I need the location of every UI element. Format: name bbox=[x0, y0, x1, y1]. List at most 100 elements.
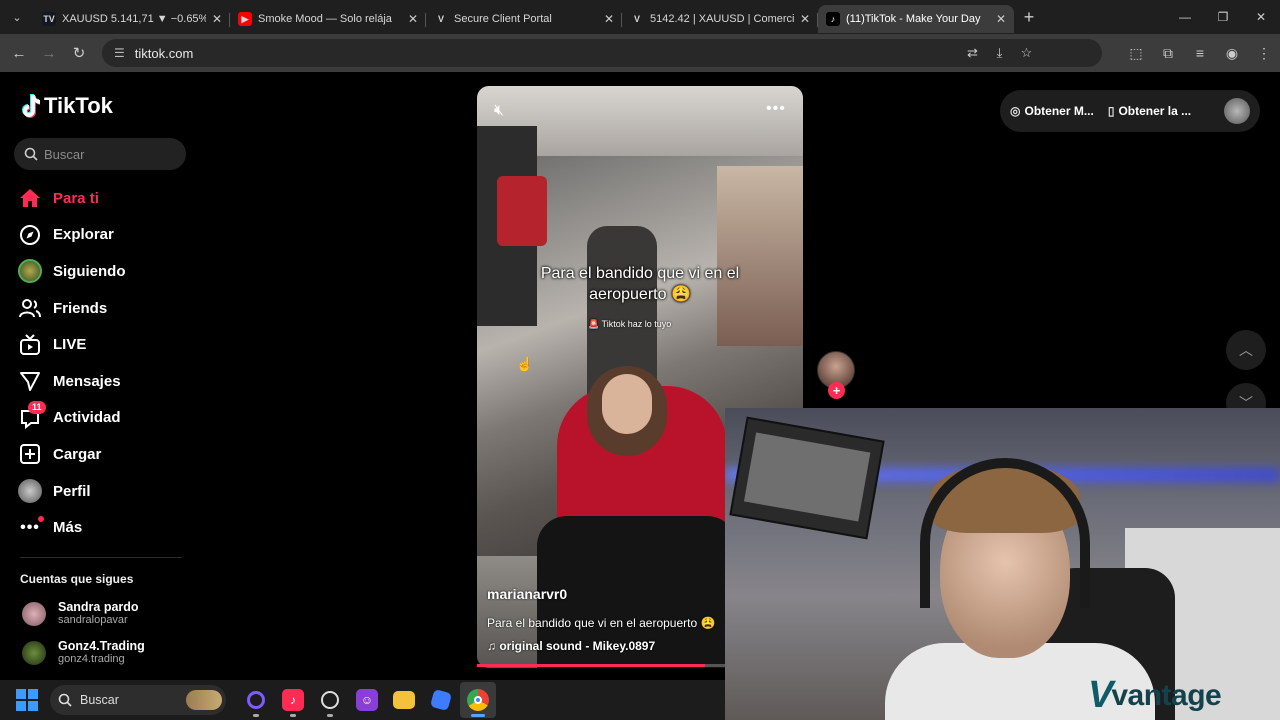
search-icon bbox=[24, 147, 38, 161]
copilot-icon[interactable] bbox=[238, 682, 274, 718]
account-name: Gonz4.Trading bbox=[58, 639, 145, 653]
sidebar-item-label: Cargar bbox=[53, 445, 102, 463]
sidebar-item-label: Friends bbox=[53, 299, 108, 317]
close-tab-icon[interactable]: ✕ bbox=[996, 12, 1006, 26]
sidebar-item-label: Actividad bbox=[53, 409, 121, 427]
browser-tab[interactable]: TV XAUUSD 5.141,71 ▼ −0.65% Ei ✕ bbox=[34, 5, 230, 33]
video-caption-overlay: Para el bandido que vi en el aeropuerto … bbox=[540, 265, 740, 303]
sidebar-divider bbox=[20, 557, 182, 558]
close-window-icon[interactable]: ✕ bbox=[1242, 0, 1280, 34]
bookmark-star-icon[interactable]: ☆ bbox=[1013, 45, 1040, 61]
following-account[interactable]: Sandra pardo sandralopavar bbox=[22, 600, 139, 627]
chrome-icon[interactable] bbox=[460, 682, 496, 718]
upload-icon bbox=[18, 442, 42, 466]
back-icon[interactable]: ← bbox=[4, 45, 34, 62]
tab-title: (11)TikTok - Make Your Day bbox=[846, 13, 981, 25]
new-tab-button[interactable]: + bbox=[1014, 7, 1044, 28]
following-avatar-icon bbox=[18, 259, 42, 284]
file-explorer-icon[interactable] bbox=[386, 682, 422, 718]
notification-badge: 11 bbox=[28, 400, 46, 414]
sidebar-item-label: Explorar bbox=[53, 226, 114, 244]
reload-icon[interactable]: ↻ bbox=[64, 44, 94, 62]
sidebar-item-para-ti[interactable]: Para ti bbox=[18, 180, 188, 217]
previous-video-button[interactable]: ︿ bbox=[1226, 330, 1266, 370]
vantage-logo: Vvantage bbox=[1088, 674, 1222, 717]
tiktok-logo[interactable]: TikTok bbox=[20, 93, 113, 119]
get-coins-button[interactable]: ◎ Obtener M... bbox=[1010, 104, 1094, 118]
video-sound[interactable]: ♫ original sound - Mikey.0897 bbox=[487, 639, 655, 653]
tiktok-app-icon[interactable]: ♪ bbox=[275, 682, 311, 718]
tab-favicon-icon: TV bbox=[42, 12, 56, 26]
avatar bbox=[22, 640, 46, 665]
inbox-icon: 11 bbox=[18, 400, 46, 430]
home-icon bbox=[18, 186, 42, 210]
sidebar-menu: Para ti Explorar Siguiendo Friends LIVE Mensa… bbox=[18, 180, 188, 546]
tab-title: XAUUSD 5.141,71 ▼ −0.65% Ei bbox=[62, 13, 206, 25]
more-options-icon[interactable]: ••• bbox=[766, 100, 786, 118]
chat-app-icon[interactable]: ☺ bbox=[349, 682, 385, 718]
browser-menu-icon[interactable]: ⋮ bbox=[1248, 45, 1280, 62]
roblox-icon[interactable] bbox=[423, 682, 459, 718]
close-tab-icon[interactable]: ✕ bbox=[604, 12, 614, 26]
sidebar-item-mensajes[interactable]: Mensajes bbox=[18, 363, 188, 400]
site-info-icon[interactable]: ☰ bbox=[114, 46, 125, 60]
browser-tab[interactable]: ▶ Smoke Mood — Solo relája ✕ bbox=[230, 5, 426, 33]
install-app-icon[interactable]: ⤓ bbox=[986, 45, 1013, 61]
windows-start-icon[interactable] bbox=[16, 689, 38, 711]
following-account[interactable]: Gonz4.Trading gonz4.trading bbox=[22, 639, 145, 666]
sidebar-item-label: Mensajes bbox=[53, 372, 121, 390]
taskbar-search-label: Buscar bbox=[80, 693, 119, 707]
extensions-icon[interactable]: ⧉ bbox=[1152, 45, 1184, 62]
minimize-icon[interactable]: — bbox=[1166, 0, 1204, 34]
get-app-label: Obtener la ... bbox=[1118, 104, 1192, 118]
tab-title: Secure Client Portal bbox=[454, 13, 552, 25]
brand-text: vantage bbox=[1111, 678, 1222, 712]
video-author[interactable]: marianarvr0 bbox=[487, 586, 567, 602]
video-sticker-text: 🚨 Tiktok haz lo tuyo bbox=[588, 319, 672, 329]
windows-taskbar: Buscar ♪ ☺ bbox=[0, 680, 725, 720]
address-bar[interactable]: ☰ tiktok.com ⇄ ⤓ ☆ bbox=[102, 39, 1102, 67]
sidebar-item-perfil[interactable]: Perfil bbox=[18, 473, 188, 510]
sidebar-item-label: Más bbox=[53, 519, 83, 537]
taskbar-search[interactable]: Buscar bbox=[50, 685, 226, 715]
vantage-v-mark: V bbox=[1088, 674, 1114, 716]
browser-tab[interactable]: V Secure Client Portal ✕ bbox=[426, 5, 622, 33]
browser-tab[interactable]: V 5142.42 | XAUUSD | Comercio v ✕ bbox=[622, 5, 818, 33]
avatar bbox=[22, 601, 46, 626]
restore-icon[interactable]: ❐ bbox=[1204, 0, 1242, 34]
search-box[interactable] bbox=[14, 138, 186, 170]
follow-plus-button[interactable]: + bbox=[828, 382, 845, 399]
browser-tab[interactable]: ♪ (11)TikTok - Make Your Day ✕ bbox=[818, 5, 1014, 33]
sidebar-item-live[interactable]: LIVE bbox=[18, 326, 188, 363]
close-tab-icon[interactable]: ✕ bbox=[408, 12, 418, 26]
sidebar-item-friends[interactable]: Friends bbox=[18, 290, 188, 327]
sidebar-item-más[interactable]: ••• Más bbox=[18, 509, 188, 546]
sidebar-item-cargar[interactable]: Cargar bbox=[18, 436, 188, 473]
top-right-actions: ◎ Obtener M... ▯ Obtener la ... bbox=[1000, 90, 1260, 132]
media-control-icon[interactable]: ≡ bbox=[1184, 45, 1216, 61]
tab-favicon-icon: ▶ bbox=[238, 12, 252, 26]
progress-fill bbox=[477, 664, 706, 667]
forward-icon[interactable]: → bbox=[34, 45, 64, 62]
browser-app-icon[interactable] bbox=[312, 682, 348, 718]
mute-icon[interactable]: 🔇︎ bbox=[494, 102, 504, 120]
tab-title: 5142.42 | XAUUSD | Comercio v bbox=[650, 13, 794, 25]
sidebar-item-siguiendo[interactable]: Siguiendo bbox=[18, 253, 188, 290]
close-tab-icon[interactable]: ✕ bbox=[800, 12, 810, 26]
tab-favicon-icon: V bbox=[630, 12, 644, 26]
red-dot-indicator bbox=[38, 515, 44, 522]
translate-icon[interactable]: ⇄ bbox=[959, 45, 986, 61]
sidebar-item-explorar[interactable]: Explorar bbox=[18, 217, 188, 254]
profile-icon[interactable]: ◉ bbox=[1216, 45, 1248, 62]
get-app-button[interactable]: ▯ Obtener la ... bbox=[1108, 104, 1191, 118]
search-input[interactable] bbox=[44, 146, 184, 162]
account-handle: gonz4.trading bbox=[58, 653, 125, 665]
close-tab-icon[interactable]: ✕ bbox=[212, 12, 222, 26]
sidebar-item-label: LIVE bbox=[53, 336, 87, 354]
tab-search-chevron-icon[interactable]: ⌄ bbox=[0, 0, 34, 34]
url-text: tiktok.com bbox=[134, 45, 194, 61]
sidebar-item-actividad[interactable]: 11 Actividad bbox=[18, 400, 188, 437]
coin-icon: ◎ bbox=[1010, 104, 1021, 118]
user-avatar[interactable] bbox=[1224, 98, 1250, 124]
screenshot-icon[interactable]: ⬚ bbox=[1120, 45, 1152, 62]
